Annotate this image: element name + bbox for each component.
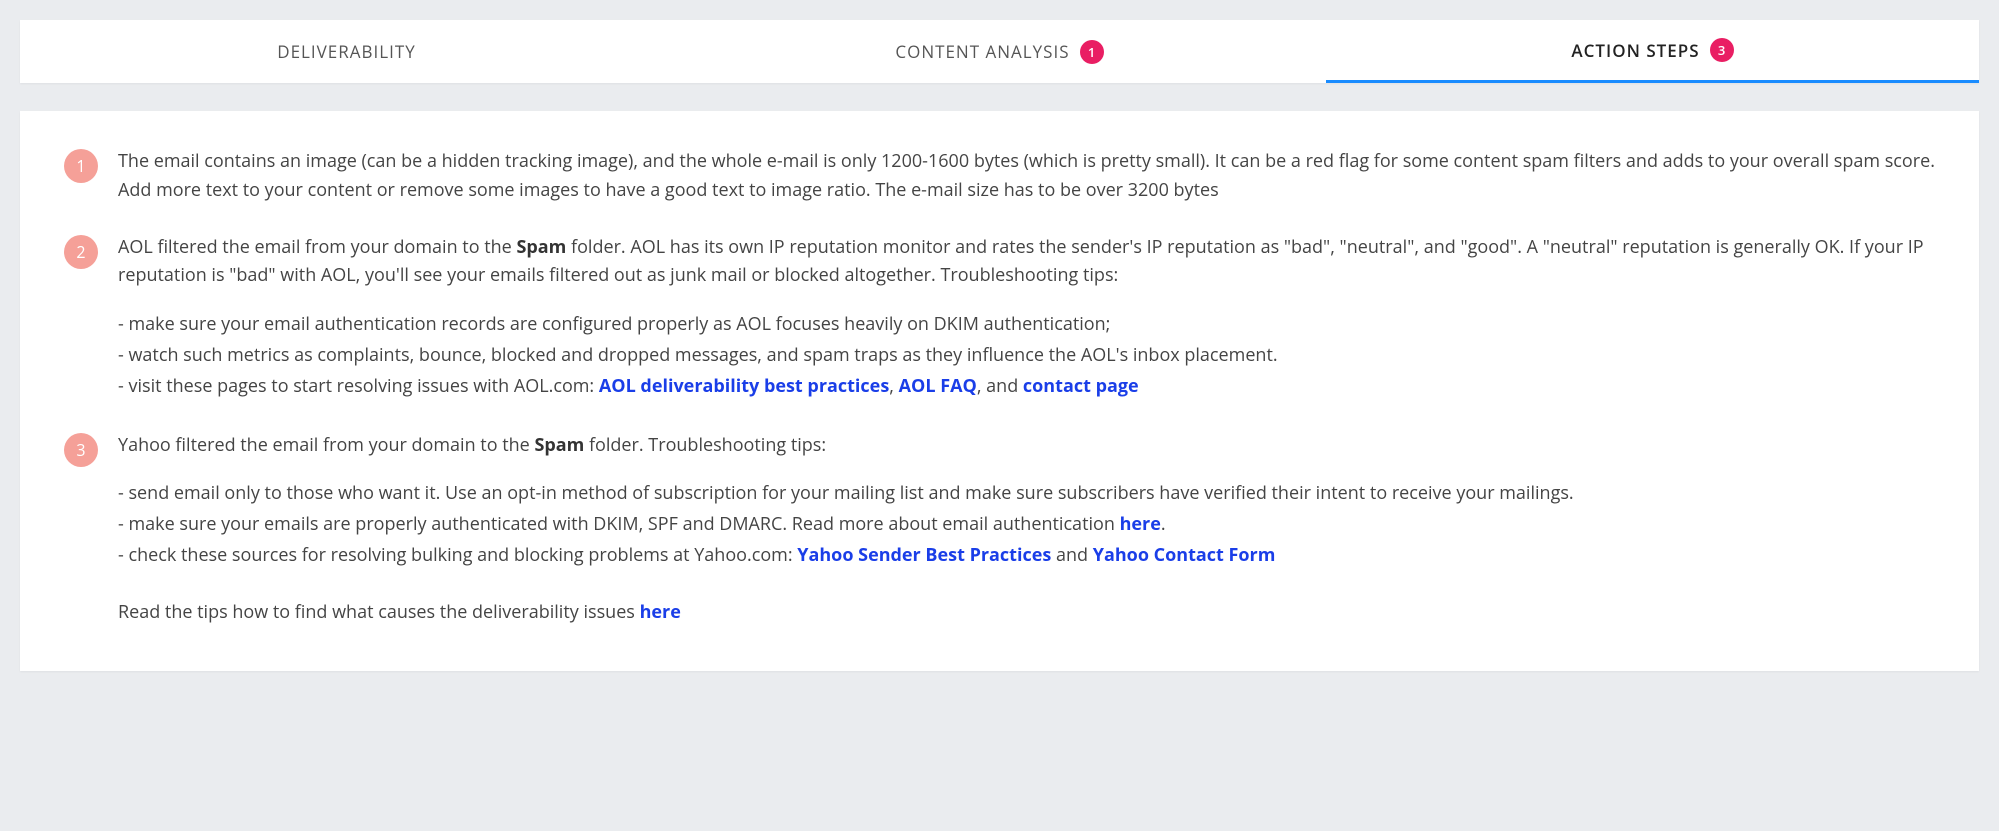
step-sub-text: , and: [977, 374, 1023, 398]
step-intro-text: folder. Troubleshooting tips:: [584, 433, 826, 457]
footer-text: Read the tips how to find what causes th…: [118, 600, 640, 624]
step-sub-text: - visit these pages to start resolving i…: [118, 374, 599, 398]
footer-link[interactable]: here: [640, 600, 681, 624]
tab-label: DELIVERABILITY: [277, 40, 415, 63]
tab-content-analysis[interactable]: CONTENT ANALYSIS 1: [673, 20, 1326, 83]
step-sub-list: - send email only to those who want it. …: [118, 479, 1935, 569]
step-intro: The email contains an image (can be a hi…: [118, 147, 1935, 205]
tab-label: CONTENT ANALYSIS: [895, 40, 1069, 63]
step-row: 2 AOL filtered the email from your domain…: [64, 233, 1935, 403]
step-sub-text: - make sure your emails are properly aut…: [118, 512, 1120, 536]
step-sub-text: ,: [889, 374, 898, 398]
step-number-badge: 2: [64, 235, 98, 269]
step-sub-line: - make sure your emails are properly aut…: [118, 510, 1935, 539]
tab-label: ACTION STEPS: [1571, 39, 1699, 62]
step-row: 3 Yahoo filtered the email from your doma…: [64, 431, 1935, 572]
step-intro-text: AOL filtered the email from your domain …: [118, 235, 516, 259]
step-sub-link[interactable]: Yahoo Sender Best Practices: [797, 543, 1051, 567]
step-intro-text: The email contains an image (can be a hi…: [118, 149, 1935, 202]
tab-action-steps[interactable]: ACTION STEPS 3: [1326, 20, 1979, 83]
step-body: The email contains an image (can be a hi…: [118, 147, 1935, 205]
steps-list: 1 The email contains an image (can be a h…: [64, 147, 1935, 572]
step-sub-line: - watch such metrics as complaints, boun…: [118, 341, 1935, 370]
step-intro-bold: Spam: [534, 433, 584, 457]
step-sub-link[interactable]: AOL deliverability best practices: [599, 374, 889, 398]
tab-badge: 1: [1080, 40, 1104, 64]
step-intro: Yahoo filtered the email from your domai…: [118, 431, 1935, 460]
step-sub-link[interactable]: AOL FAQ: [899, 374, 977, 398]
step-body: Yahoo filtered the email from your domai…: [118, 431, 1935, 572]
step-sub-list: - make sure your email authentication re…: [118, 310, 1935, 400]
step-sub-line: - send email only to those who want it. …: [118, 479, 1935, 508]
footer-tip: Read the tips how to find what causes th…: [64, 598, 1935, 627]
step-sub-text: .: [1161, 512, 1166, 536]
step-body: AOL filtered the email from your domain …: [118, 233, 1935, 403]
step-sub-text: - make sure your email authentication re…: [118, 312, 1110, 336]
action-steps-panel: 1 The email contains an image (can be a h…: [20, 111, 1979, 671]
footer-tip-text: Read the tips how to find what causes th…: [118, 598, 1935, 627]
step-sub-link[interactable]: Yahoo Contact Form: [1093, 543, 1276, 567]
step-sub-text: - send email only to those who want it. …: [118, 481, 1574, 505]
tabs-container: DELIVERABILITY CONTENT ANALYSIS 1 ACTION ST…: [20, 20, 1979, 83]
tab-deliverability[interactable]: DELIVERABILITY: [20, 20, 673, 83]
step-sub-text: and: [1051, 543, 1092, 567]
step-sub-line: - visit these pages to start resolving i…: [118, 372, 1935, 401]
step-number-badge: 1: [64, 149, 98, 183]
step-number-badge: 3: [64, 433, 98, 467]
step-sub-text: - watch such metrics as complaints, boun…: [118, 343, 1278, 367]
step-sub-link[interactable]: here: [1120, 512, 1161, 536]
tab-badge: 3: [1710, 38, 1734, 62]
step-intro-bold: Spam: [516, 235, 566, 259]
step-sub-line: - make sure your email authentication re…: [118, 310, 1935, 339]
step-intro-text: Yahoo filtered the email from your domai…: [118, 433, 534, 457]
step-row: 1 The email contains an image (can be a h…: [64, 147, 1935, 205]
step-sub-line: - check these sources for resolving bulk…: [118, 541, 1935, 570]
step-sub-text: - check these sources for resolving bulk…: [118, 543, 797, 567]
step-sub-link[interactable]: contact page: [1023, 374, 1139, 398]
step-intro: AOL filtered the email from your domain …: [118, 233, 1935, 291]
